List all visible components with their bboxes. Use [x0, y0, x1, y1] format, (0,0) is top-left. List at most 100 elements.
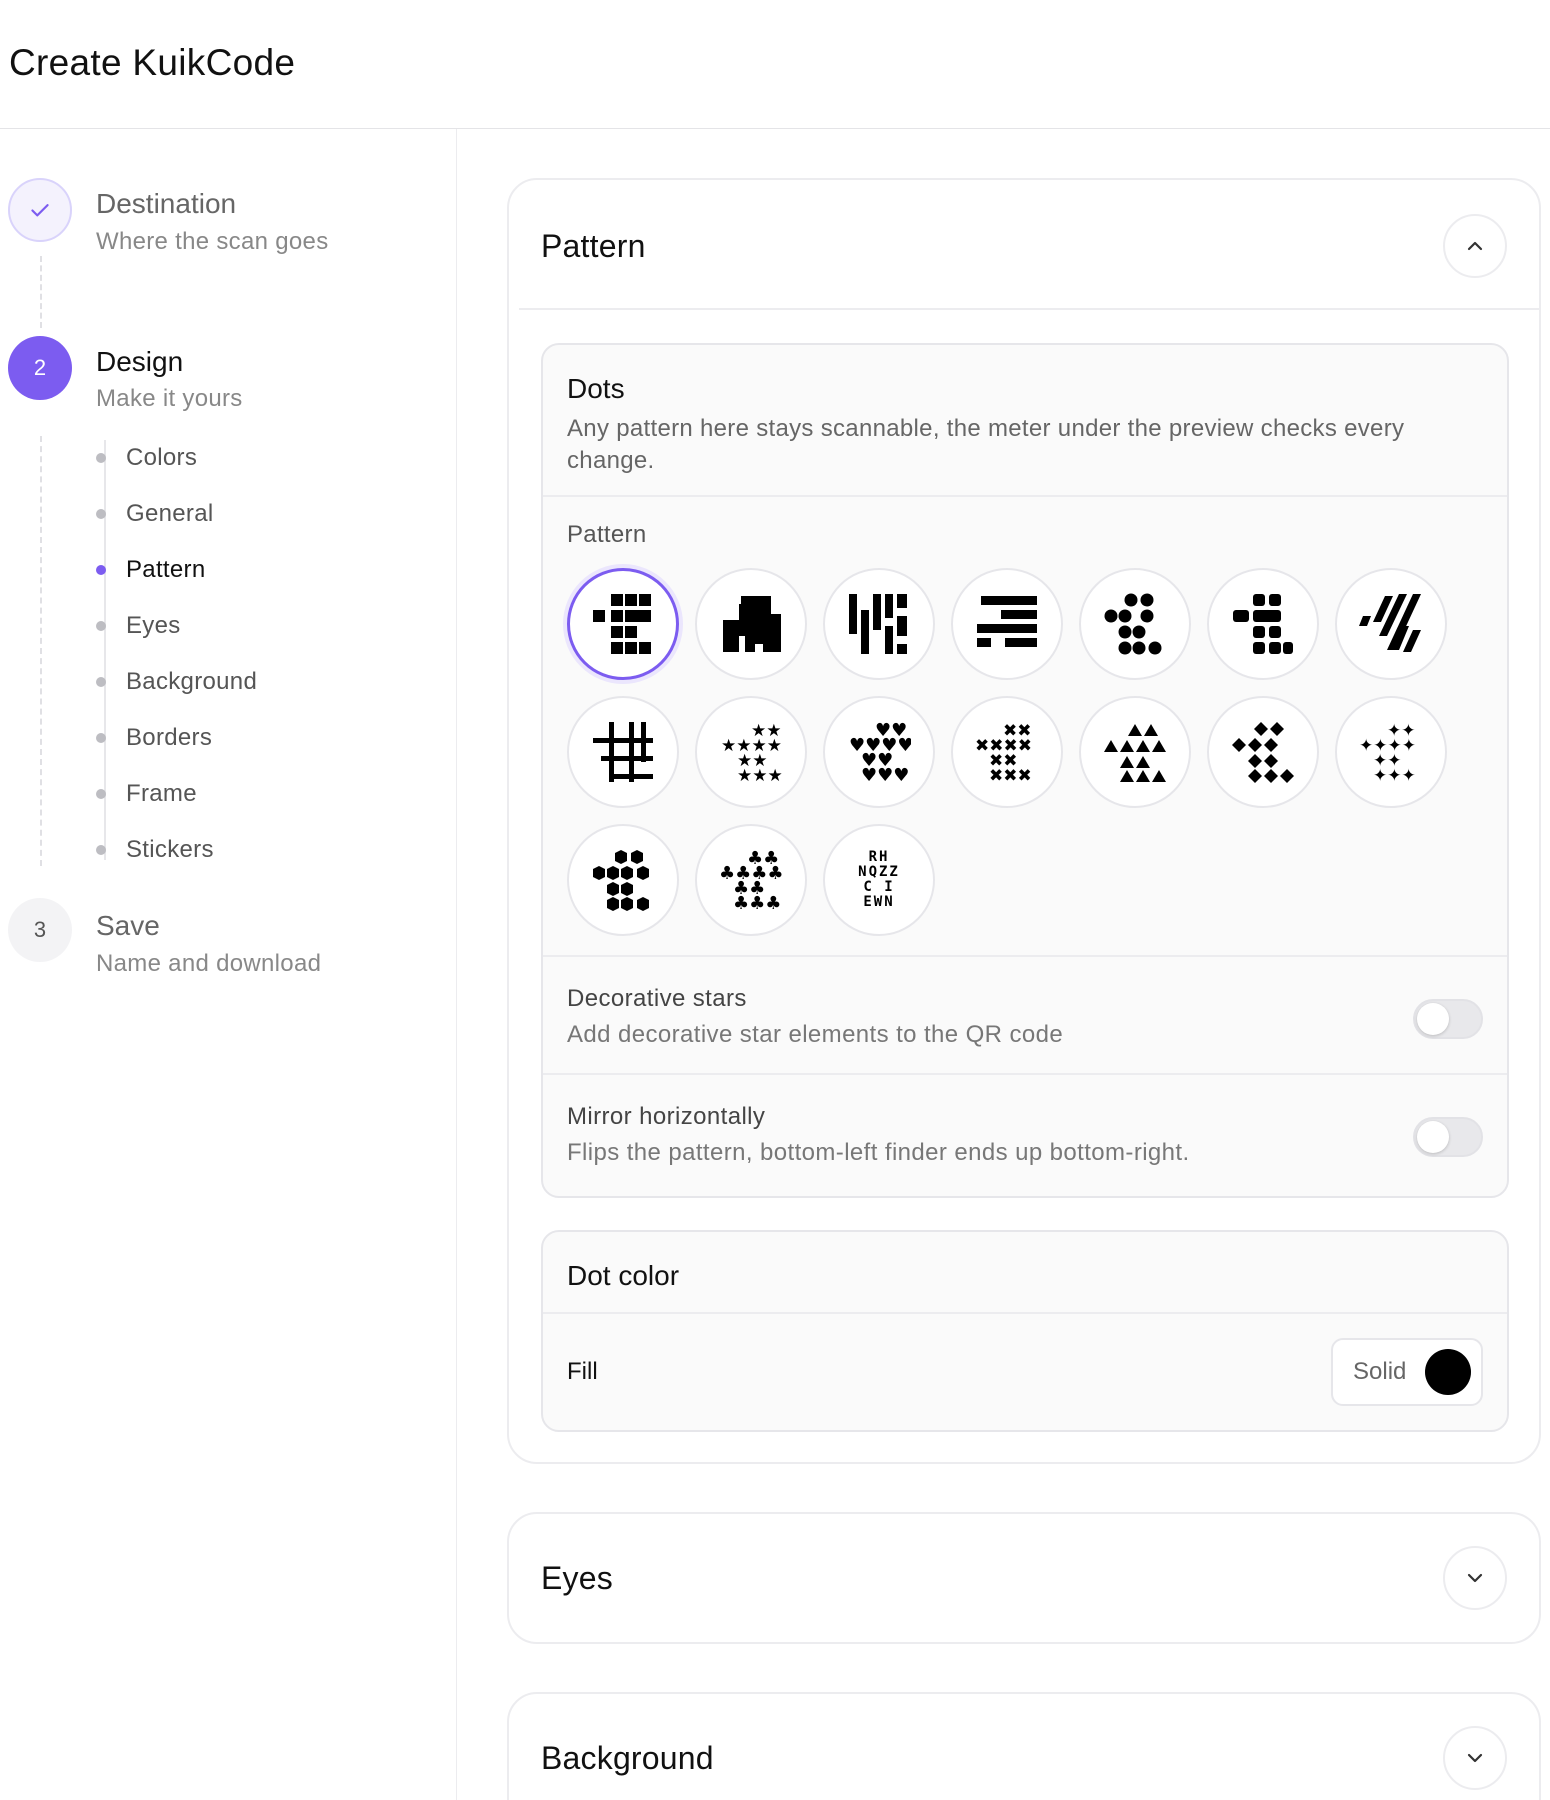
- star-icon: ★★★★★★★★★★★: [721, 721, 783, 784]
- dots-description: Any pattern here stays scannable, the me…: [567, 415, 1405, 474]
- pattern-slanted-icon: [1359, 594, 1421, 652]
- pattern-square-icon: [593, 594, 651, 654]
- bullet-icon: [96, 845, 106, 855]
- dots-panel: Dots Any pattern here stays scannable, t…: [541, 343, 1509, 1198]
- check-icon: [31, 204, 49, 217]
- decorative-stars-subtitle: Add decorative star elements to the QR c…: [567, 1021, 1064, 1048]
- bullet-icon: [96, 509, 106, 519]
- bullet-icon: [96, 677, 106, 687]
- fill-label: Fill: [567, 1358, 598, 1385]
- decorative-stars-toggle[interactable]: [1413, 999, 1483, 1039]
- pattern-card-title: Pattern: [541, 228, 646, 264]
- background-card[interactable]: Background: [507, 1692, 1541, 1800]
- pattern-letters-preview: RH NQZZ C I EWN: [858, 849, 900, 910]
- chevron-up-icon: [1467, 241, 1483, 251]
- toggle-knob: [1417, 1003, 1449, 1035]
- svg-text:✖✖✖: ✖✖✖: [989, 766, 1032, 784]
- pattern-option-square[interactable]: [567, 568, 679, 680]
- step-save-subtitle: Name and download: [96, 950, 322, 977]
- divider: [543, 1312, 1507, 1314]
- bullet-icon: [96, 621, 106, 631]
- hexagon-icon: [593, 850, 649, 911]
- expand-background-button[interactable]: [1443, 1726, 1507, 1790]
- svg-text:♥♥♥: ♥♥♥: [861, 765, 909, 784]
- pattern-option-vertical-bars[interactable]: [823, 568, 935, 680]
- eyes-card[interactable]: Eyes: [507, 1512, 1541, 1644]
- pattern-option-letters[interactable]: RH NQZZ C I EWN: [823, 824, 935, 936]
- bullet-icon: [96, 733, 106, 743]
- divider: [519, 308, 1539, 310]
- collapse-pattern-button[interactable]: [1443, 214, 1507, 278]
- fill-color-picker[interactable]: Solid: [1331, 1338, 1483, 1406]
- pattern-option-dots[interactable]: [1079, 568, 1191, 680]
- pattern-option-crosses[interactable]: ✖✖ ✖✖✖✖ ✖✖ ✖✖✖: [951, 696, 1063, 808]
- background-card-title: Background: [541, 1740, 714, 1776]
- pattern-option-hexagons[interactable]: [567, 824, 679, 936]
- bullet-icon: [96, 565, 106, 575]
- sidebar-item-frame[interactable]: Frame: [96, 776, 197, 812]
- dot-color-title: Dot color: [567, 1260, 680, 1291]
- pattern-option-sparkles[interactable]: ✦✦ ✦✦✦✦ ✦✦ ✦✦✦: [1335, 696, 1447, 808]
- page-header: Create KuikCode: [0, 0, 1550, 129]
- pattern-option-hearts[interactable]: ♥♥ ♥♥♥♥ ♥♥ ♥♥♥: [823, 696, 935, 808]
- step-save-number[interactable]: 3: [8, 898, 72, 962]
- triangle-icon: [1104, 724, 1166, 782]
- step-destination-title[interactable]: Destination: [96, 188, 236, 220]
- step-design-title[interactable]: Design: [96, 346, 183, 378]
- divider: [543, 1073, 1507, 1075]
- pattern-option-triangles[interactable]: [1079, 696, 1191, 808]
- pattern-option-clubs[interactable]: ♣♣ ♣♣♣♣ ♣♣ ♣♣♣: [695, 824, 807, 936]
- sidebar-item-label: Pattern: [126, 556, 206, 583]
- divider: [543, 955, 1507, 957]
- decorative-stars-title: Decorative stars: [567, 985, 747, 1012]
- sidebar-item-label: Borders: [126, 724, 213, 751]
- expand-eyes-button[interactable]: [1443, 1546, 1507, 1610]
- mirror-horizontally-title: Mirror horizontally: [567, 1103, 766, 1130]
- pattern-option-blocks[interactable]: [695, 568, 807, 680]
- sidebar-item-pattern[interactable]: Pattern: [96, 552, 205, 588]
- sidebar-item-background[interactable]: Background: [96, 664, 257, 700]
- diamond-icon: [1232, 722, 1294, 783]
- hash-icon: [593, 722, 653, 782]
- svg-text:★★★: ★★★: [737, 766, 783, 784]
- sidebar-item-borders[interactable]: Borders: [96, 720, 212, 756]
- mirror-horizontally-toggle[interactable]: [1413, 1117, 1483, 1157]
- pattern-option-rounded-squares[interactable]: [1207, 568, 1319, 680]
- toggle-knob: [1417, 1121, 1449, 1153]
- eyes-card-title: Eyes: [541, 1560, 613, 1596]
- bullet-icon: [96, 789, 106, 799]
- chevron-down-icon: [1467, 1573, 1483, 1583]
- dots-title: Dots: [567, 373, 625, 404]
- sidebar-item-general[interactable]: General: [96, 496, 213, 532]
- svg-text:♣♣♣: ♣♣♣: [733, 893, 781, 912]
- step-destination-check-icon[interactable]: [8, 178, 72, 242]
- chevron-down-icon: [1467, 1753, 1483, 1763]
- club-icon: ♣♣♣♣♣♣♣♣♣♣♣: [719, 848, 783, 912]
- pattern-blocks-icon: [723, 596, 781, 652]
- pattern-option-hash[interactable]: [567, 696, 679, 808]
- sidebar-item-label: General: [126, 500, 214, 527]
- sidebar-item-label: Eyes: [126, 612, 181, 639]
- pattern-option-slanted[interactable]: [1335, 568, 1447, 680]
- step-destination-subtitle: Where the scan goes: [96, 228, 329, 255]
- pattern-option-horizontal-bars[interactable]: [951, 568, 1063, 680]
- svg-text:✦✦✦: ✦✦✦: [1373, 766, 1416, 784]
- sidebar-item-label: Colors: [126, 444, 198, 471]
- sidebar-item-stickers[interactable]: Stickers: [96, 832, 214, 868]
- fill-mode-label: Solid: [1353, 1358, 1407, 1385]
- step-connector: [40, 436, 42, 866]
- pattern-option-diamonds[interactable]: [1207, 696, 1319, 808]
- dot-color-panel: Dot color Fill Solid: [541, 1230, 1509, 1432]
- cross-icon: ✖✖✖✖✖✖✖✖✖✖✖: [975, 721, 1032, 784]
- sidebar-item-colors[interactable]: Colors: [96, 440, 197, 476]
- step-save-title[interactable]: Save: [96, 910, 160, 942]
- pattern-rounded-squares-icon: [1233, 594, 1293, 654]
- divider: [543, 495, 1507, 497]
- sidebar-item-eyes[interactable]: Eyes: [96, 608, 181, 644]
- sidebar-item-label: Frame: [126, 780, 197, 807]
- page-title: Create KuikCode: [9, 42, 296, 83]
- pattern-card: Pattern Dots Any pattern here stays scan…: [507, 178, 1541, 1464]
- step-design-number[interactable]: 2: [8, 336, 72, 400]
- pattern-option-stars[interactable]: ★★ ★★★★ ★★ ★★★: [695, 696, 807, 808]
- bullet-icon: [96, 453, 106, 463]
